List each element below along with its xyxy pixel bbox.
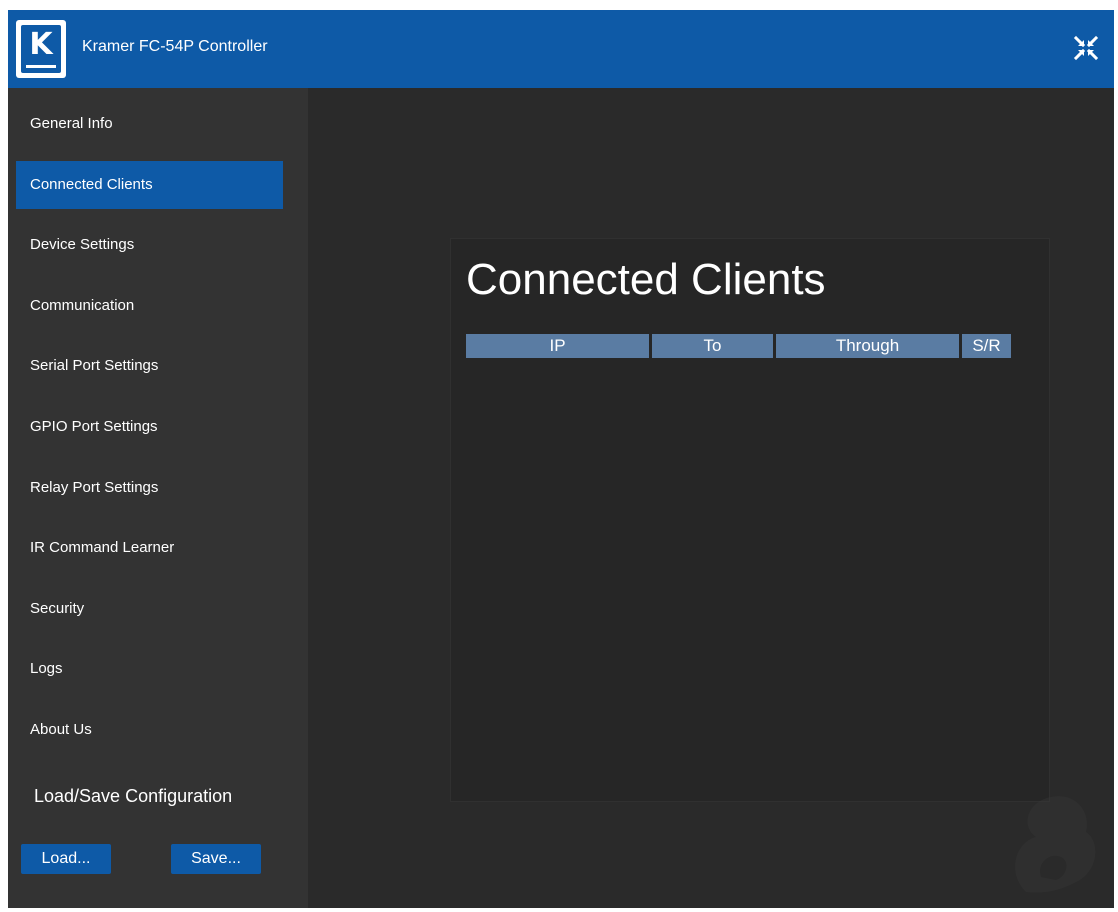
title-bar: K Kramer FC-54P Controller	[8, 10, 1114, 88]
main-content: Connected Clients IP To Through S/R	[308, 88, 1114, 908]
column-header-sr[interactable]: S/R	[962, 334, 1011, 358]
sidebar-item-logs[interactable]: Logs	[16, 645, 283, 693]
page-title: Connected Clients	[466, 255, 826, 304]
sidebar: General Info Connected Clients Device Se…	[8, 88, 308, 908]
load-save-heading: Load/Save Configuration	[34, 786, 233, 806]
sidebar-item-about-us[interactable]: About Us	[16, 706, 283, 754]
app-title: Kramer FC-54P Controller	[82, 38, 268, 55]
clients-table: IP To Through S/R	[463, 334, 1014, 358]
sidebar-item-general-info[interactable]: General Info	[16, 100, 283, 148]
collapse-arrows-icon[interactable]	[1072, 34, 1100, 62]
column-header-to[interactable]: To	[652, 334, 773, 358]
load-button[interactable]: Load...	[21, 844, 111, 874]
column-header-through[interactable]: Through	[776, 334, 959, 358]
sidebar-item-device-settings[interactable]: Device Settings	[16, 221, 283, 269]
table-header-row: IP To Through S/R	[466, 334, 1011, 358]
watermark-graphic	[1015, 796, 1096, 893]
connected-clients-panel: Connected Clients IP To Through S/R	[450, 238, 1050, 802]
sidebar-item-security[interactable]: Security	[16, 585, 283, 633]
sidebar-item-gpio-port-settings[interactable]: GPIO Port Settings	[16, 403, 283, 451]
column-header-ip[interactable]: IP	[466, 334, 649, 358]
kramer-logo-icon: K	[16, 20, 66, 78]
sidebar-item-connected-clients[interactable]: Connected Clients	[16, 161, 283, 209]
sidebar-item-communication[interactable]: Communication	[16, 282, 283, 330]
sidebar-item-serial-port-settings[interactable]: Serial Port Settings	[16, 342, 283, 390]
save-button[interactable]: Save...	[171, 844, 261, 874]
sidebar-item-relay-port-settings[interactable]: Relay Port Settings	[16, 464, 283, 512]
sidebar-item-ir-command-learner[interactable]: IR Command Learner	[16, 524, 283, 572]
app-window: K Kramer FC-54P Controller General Info …	[8, 10, 1114, 908]
